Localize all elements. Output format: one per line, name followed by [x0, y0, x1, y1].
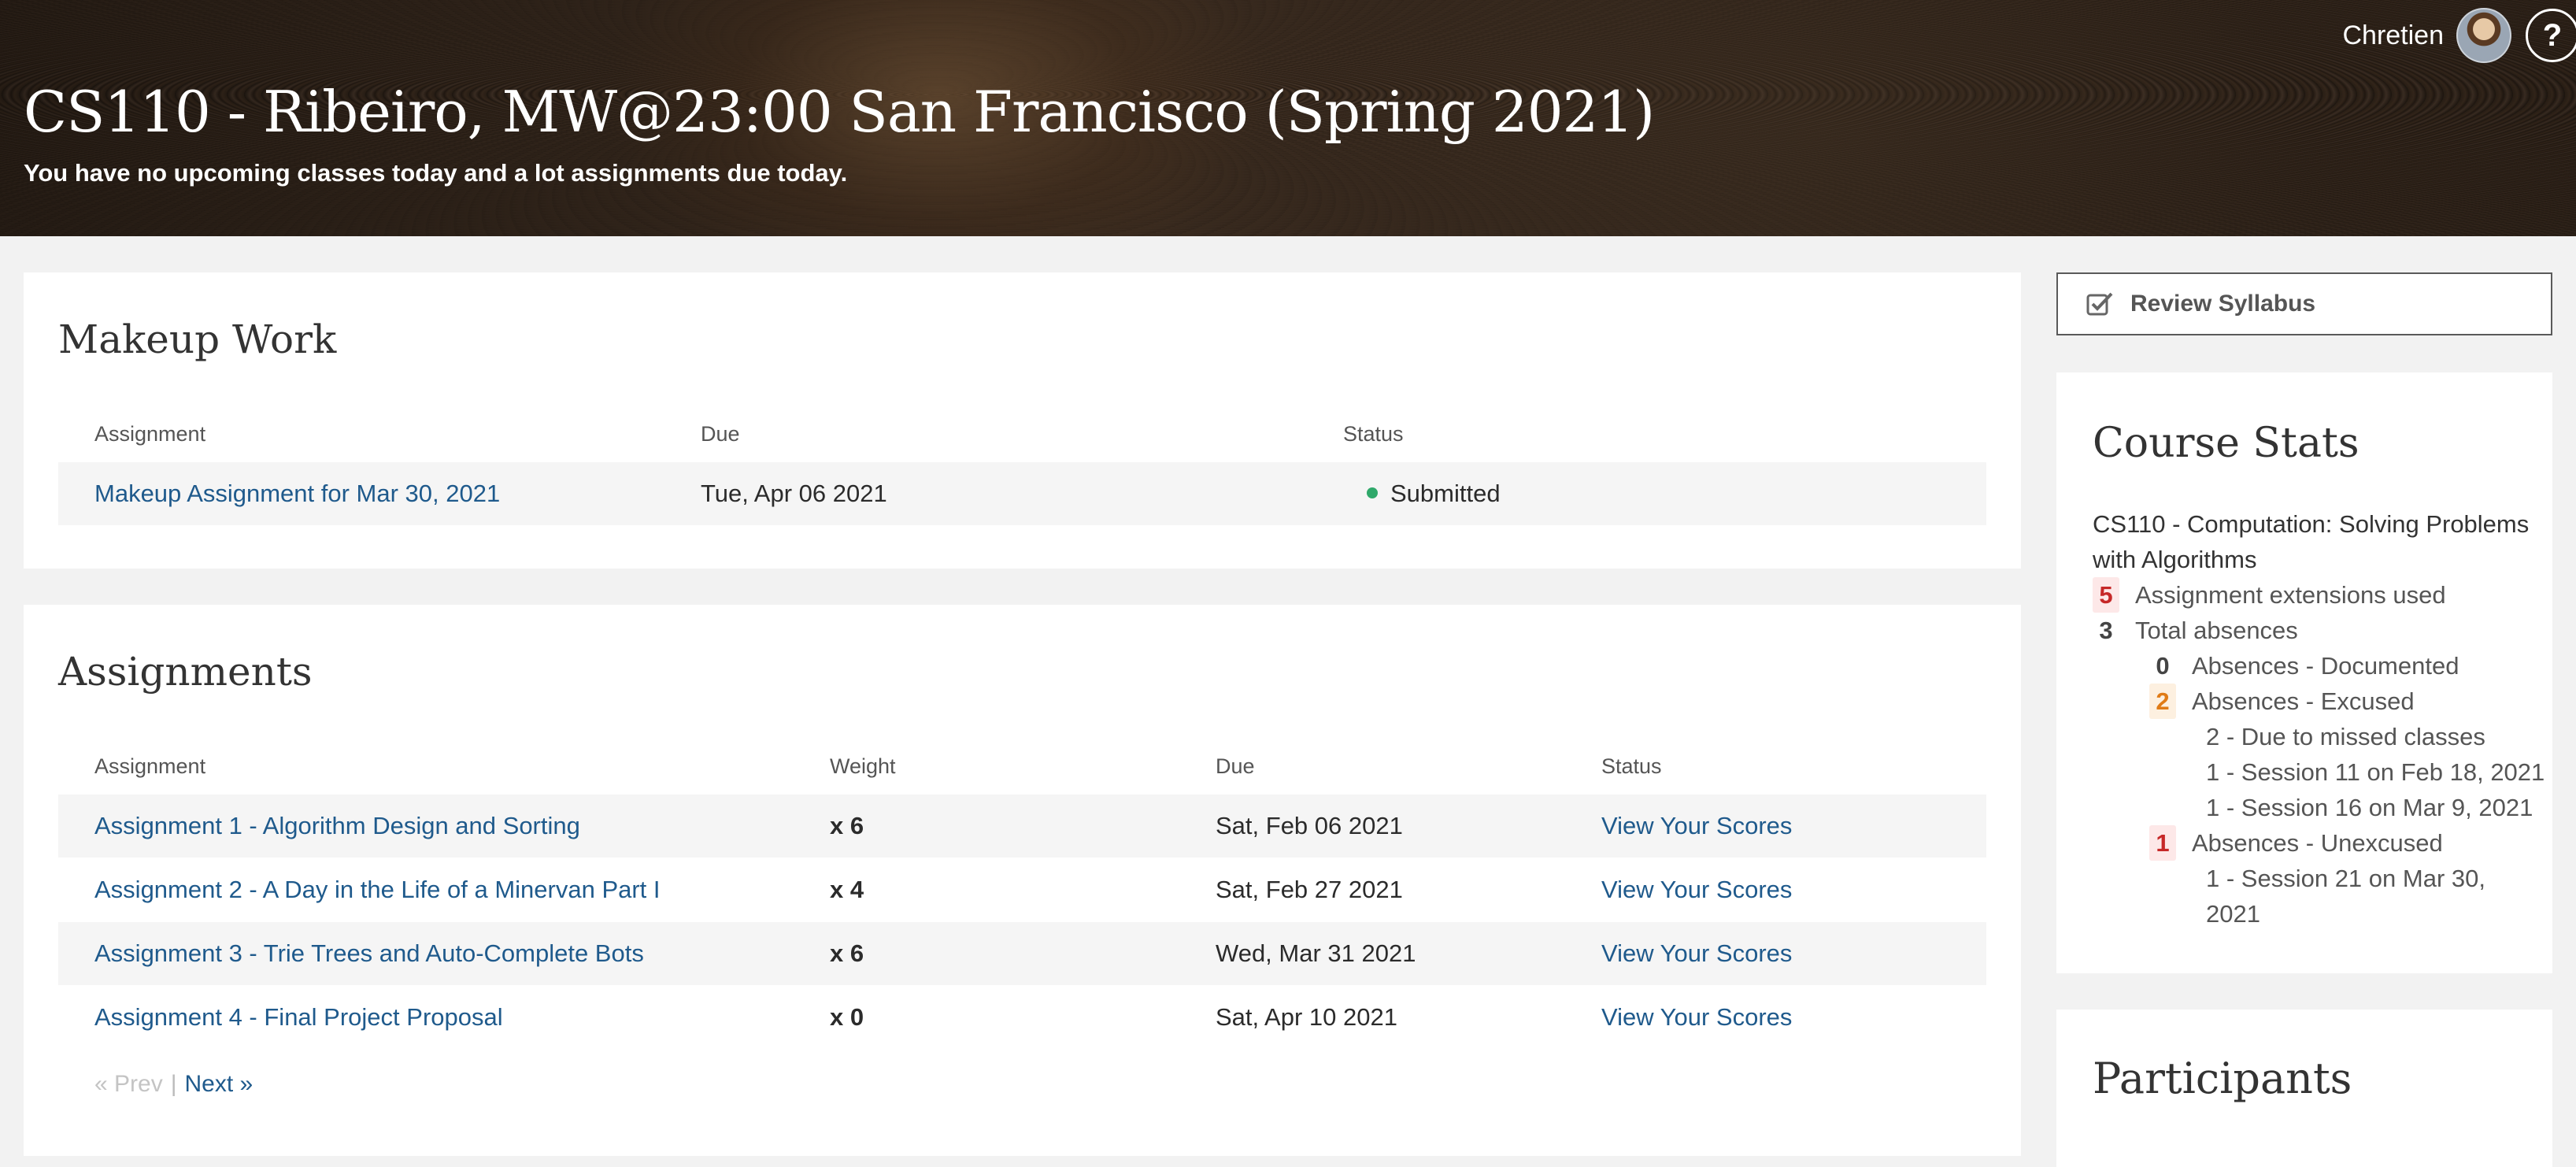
- weight: x 6: [830, 812, 864, 839]
- total-absences-label: Total absences: [2135, 617, 2298, 644]
- pagination-separator: |: [170, 1071, 177, 1097]
- unexcused-detail: 1 - Session 21 on Mar 30,: [2206, 865, 2485, 892]
- unexcused-count-badge: 1: [2149, 825, 2176, 861]
- column-header-assignment: Assignment: [94, 422, 206, 446]
- unexcused-detail: 2021: [2206, 900, 2260, 928]
- course-name: CS110 - Computation: Solving Problems wi…: [2093, 510, 2530, 573]
- total-absences-count: 3: [2099, 617, 2113, 644]
- stat-documented: 0 Absences - Documented: [2149, 648, 2459, 684]
- table-row: Makeup Assignment for Mar 30, 2021 Tue, …: [58, 462, 1986, 525]
- documented-count: 0: [2156, 652, 2170, 680]
- course-header: CS110 - Ribeiro, MW@23:00 San Francisco …: [0, 0, 2576, 236]
- course-stats-card: Course Stats CS110 - Computation: Solvin…: [2056, 372, 2552, 973]
- prev-page-button[interactable]: « Prev: [94, 1071, 163, 1097]
- participants-card: Participants: [2056, 1010, 2552, 1167]
- course-stats-title: Course Stats: [2093, 420, 2359, 467]
- assignments-card: Assignments Assignment Weight Due Status…: [24, 605, 2021, 1156]
- unexcused-label: Absences - Unexcused: [2192, 829, 2443, 857]
- excused-detail: 2 - Due to missed classes: [2206, 723, 2485, 750]
- stat-total-absences: 3 Total absences: [2093, 613, 2298, 648]
- view-scores-link[interactable]: View Your Scores: [1601, 922, 1792, 985]
- checkbox-edit-icon: [2086, 292, 2113, 316]
- weight: x 6: [830, 939, 864, 967]
- table-row: Assignment 1 - Algorithm Design and Sort…: [58, 795, 1986, 858]
- excused-count-badge: 2: [2149, 684, 2176, 719]
- avatar[interactable]: [2456, 8, 2511, 63]
- pagination: « Prev | Next »: [94, 1071, 253, 1098]
- weight: x 4: [830, 876, 864, 903]
- makeup-assignment-link[interactable]: Makeup Assignment for Mar 30, 2021: [94, 462, 500, 525]
- status-dot-icon: [1367, 487, 1378, 498]
- makeup-work-title: Makeup Work: [58, 317, 337, 362]
- extensions-label: Assignment extensions used: [2135, 581, 2446, 609]
- view-scores-link[interactable]: View Your Scores: [1601, 986, 1792, 1049]
- due-date: Sat, Apr 10 2021: [1216, 1003, 1397, 1031]
- review-syllabus-button[interactable]: Review Syllabus: [2056, 272, 2552, 335]
- column-header-due: Due: [1216, 754, 1255, 778]
- stat-excused: 2 Absences - Excused: [2149, 684, 2415, 719]
- due-date: Sat, Feb 06 2021: [1216, 812, 1403, 839]
- table-row: Assignment 2 - A Day in the Life of a Mi…: [58, 858, 1986, 921]
- user-menu[interactable]: Chretien ?: [2342, 8, 2576, 63]
- due-date: Tue, Apr 06 2021: [701, 480, 887, 507]
- user-name[interactable]: Chretien: [2342, 20, 2444, 51]
- stat-extensions: 5 Assignment extensions used: [2093, 577, 2446, 613]
- stat-unexcused: 1 Absences - Unexcused: [2149, 825, 2443, 861]
- assignment-link[interactable]: Assignment 4 - Final Project Proposal: [94, 986, 503, 1049]
- view-scores-link[interactable]: View Your Scores: [1601, 795, 1792, 858]
- next-page-button[interactable]: Next »: [185, 1071, 254, 1097]
- column-header-status: Status: [1601, 754, 1662, 778]
- excused-label: Absences - Excused: [2192, 687, 2415, 715]
- excused-detail: 1 - Session 11 on Feb 18, 2021: [2206, 758, 2545, 786]
- documented-label: Absences - Documented: [2192, 652, 2459, 680]
- column-header-due: Due: [701, 422, 740, 446]
- weight: x 0: [830, 1003, 864, 1031]
- status-cell: Submitted: [1367, 462, 1501, 525]
- extensions-count-badge: 5: [2093, 577, 2119, 613]
- assignments-title: Assignments: [58, 649, 313, 695]
- due-date: Wed, Mar 31 2021: [1216, 939, 1416, 967]
- assignment-link[interactable]: Assignment 1 - Algorithm Design and Sort…: [94, 795, 580, 858]
- assignment-link[interactable]: Assignment 3 - Trie Trees and Auto-Compl…: [94, 922, 644, 985]
- column-header-status: Status: [1343, 422, 1404, 446]
- makeup-work-card: Makeup Work Assignment Due Status Makeup…: [24, 272, 2021, 569]
- column-header-weight: Weight: [830, 754, 896, 778]
- course-subtitle: You have no upcoming classes today and a…: [24, 159, 848, 187]
- help-icon[interactable]: ?: [2526, 9, 2576, 62]
- view-scores-link[interactable]: View Your Scores: [1601, 858, 1792, 921]
- due-date: Sat, Feb 27 2021: [1216, 876, 1403, 903]
- participants-title: Participants: [2093, 1054, 2352, 1103]
- status-text: Submitted: [1390, 480, 1501, 507]
- column-header-assignment: Assignment: [94, 754, 206, 778]
- table-row: Assignment 3 - Trie Trees and Auto-Compl…: [58, 922, 1986, 985]
- review-syllabus-label: Review Syllabus: [2130, 291, 2316, 317]
- assignment-link[interactable]: Assignment 2 - A Day in the Life of a Mi…: [94, 858, 661, 921]
- course-title: CS110 - Ribeiro, MW@23:00 San Francisco …: [24, 79, 1655, 145]
- table-row: Assignment 4 - Final Project Proposal x …: [58, 986, 1986, 1049]
- excused-detail: 1 - Session 16 on Mar 9, 2021: [2206, 794, 2533, 821]
